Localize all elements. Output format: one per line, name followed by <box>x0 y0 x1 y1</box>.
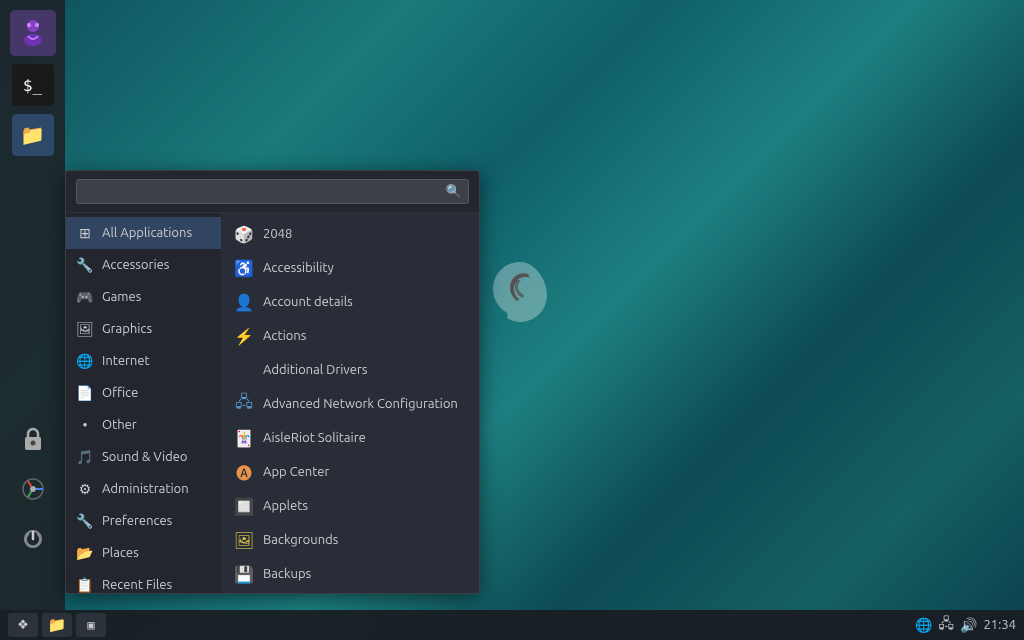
app-icon-backups: 💾 <box>233 563 255 585</box>
cat-icon-other: • <box>76 416 94 434</box>
app-icon-additional-drivers <box>233 359 255 381</box>
network-icon2: 🖧 <box>938 613 954 637</box>
cat-label-accessories: Accessories <box>102 258 169 272</box>
terminal-icon[interactable]: $_ <box>12 64 54 106</box>
category-item-all[interactable]: ⊞ All Applications <box>66 217 221 249</box>
category-item-graphics[interactable]: 🖼 Graphics <box>66 313 221 345</box>
cat-icon-administration: ⚙ <box>76 480 94 498</box>
menu-categories: ⊞ All Applications 🔧 Accessories 🎮 Games 🖼 Grap… <box>66 213 221 593</box>
category-item-games[interactable]: 🎮 Games <box>66 281 221 313</box>
cat-icon-recent-files: 📋 <box>76 576 94 593</box>
app-icon-accessibility: ♿ <box>233 257 255 279</box>
taskbar-left: $_ 📁 <box>0 0 65 610</box>
app-label-backups: Backups <box>263 567 311 581</box>
category-item-administration[interactable]: ⚙ Administration <box>66 473 221 505</box>
app-label-applets: Applets <box>263 499 308 513</box>
category-item-office[interactable]: 📄 Office <box>66 377 221 409</box>
app-item-backgrounds[interactable]: 🖼 Backgrounds <box>221 523 479 557</box>
app-item-additional-drivers[interactable]: Additional Drivers <box>221 353 479 387</box>
app-item-advanced-network[interactable]: 🖧 Advanced Network Configuration <box>221 387 479 421</box>
cat-icon-all: ⊞ <box>76 224 94 242</box>
app-label-advanced-network: Advanced Network Configuration <box>263 397 458 411</box>
cat-icon-preferences: 🔧 <box>76 512 94 530</box>
category-item-other[interactable]: • Other <box>66 409 221 441</box>
cat-label-graphics: Graphics <box>102 322 152 336</box>
cat-label-sound-video: Sound & Video <box>102 450 188 464</box>
search-icon: 🔍 <box>446 184 462 199</box>
cat-label-administration: Administration <box>102 482 189 496</box>
whisker-menu-icon[interactable] <box>10 10 56 56</box>
google-icon[interactable] <box>12 468 54 510</box>
cat-label-internet: Internet <box>102 354 150 368</box>
cat-label-games: Games <box>102 290 141 304</box>
cat-icon-places: 📂 <box>76 544 94 562</box>
app-finder-button[interactable]: ❖ <box>8 613 38 637</box>
cat-icon-internet: 🌐 <box>76 352 94 370</box>
app-icon-backgrounds: 🖼 <box>233 529 255 551</box>
category-item-recent-files[interactable]: 📋 Recent Files <box>66 569 221 593</box>
app-icon-2048: 🎲 <box>233 223 255 245</box>
taskbar-bottom-icons <box>0 418 65 560</box>
app-item-backups[interactable]: 💾 Backups <box>221 557 479 591</box>
network-icon: 🌐 <box>915 617 932 634</box>
category-item-sound-video[interactable]: 🎵 Sound & Video <box>66 441 221 473</box>
app-icon-aisleriot: 🃏 <box>233 427 255 449</box>
app-item-account-details[interactable]: 👤 Account details <box>221 285 479 319</box>
taskbar-bottom-right: 🌐 🖧 🔊 21:34 <box>915 613 1016 637</box>
app-item-bluetooth-manager[interactable]: 🔵Bluetooth Manager <box>221 591 479 593</box>
sound-icon: 🔊 <box>960 617 977 634</box>
lock-icon[interactable] <box>12 418 54 460</box>
app-item-actions[interactable]: ⚡ Actions <box>221 319 479 353</box>
cat-label-places: Places <box>102 546 139 560</box>
menu-apps-list: 🎲 2048 ♿ Accessibility 👤 Account details ⚡ Acti… <box>221 213 479 593</box>
taskbar-bottom-left: ❖ 📁 ▣ <box>8 613 106 637</box>
app-icon-advanced-network: 🖧 <box>233 393 255 415</box>
cat-label-preferences: Preferences <box>102 514 172 528</box>
app-label-backgrounds: Backgrounds <box>263 533 338 547</box>
app-label-aisleriot: AisleRiot Solitaire <box>263 431 366 445</box>
terminal-bottom[interactable]: ▣ <box>76 613 106 637</box>
menu-search-bar: 🔍 <box>66 171 479 213</box>
cat-icon-office: 📄 <box>76 384 94 402</box>
app-item-accessibility[interactable]: ♿ Accessibility <box>221 251 479 285</box>
app-label-accessibility: Accessibility <box>263 261 334 275</box>
app-label-additional-drivers: Additional Drivers <box>263 363 367 377</box>
taskbar-bottom: ❖ 📁 ▣ 🌐 🖧 🔊 21:34 <box>0 610 1024 640</box>
app-icon-account-details: 👤 <box>233 291 255 313</box>
search-input[interactable] <box>76 179 469 204</box>
menu-body: ⊞ All Applications 🔧 Accessories 🎮 Games 🖼 Grap… <box>66 213 479 593</box>
app-icon-applets: 🔲 <box>233 495 255 517</box>
cat-label-all: All Applications <box>102 226 192 240</box>
debian-logo <box>490 260 550 330</box>
app-item-aisleriot[interactable]: 🃏 AisleRiot Solitaire <box>221 421 479 455</box>
file-manager-icon[interactable]: 📁 <box>12 114 54 156</box>
cat-label-other: Other <box>102 418 137 432</box>
category-item-accessories[interactable]: 🔧 Accessories <box>66 249 221 281</box>
category-item-places[interactable]: 📂 Places <box>66 537 221 569</box>
app-item-2048[interactable]: 🎲 2048 <box>221 217 479 251</box>
category-item-internet[interactable]: 🌐 Internet <box>66 345 221 377</box>
cat-icon-sound-video: 🎵 <box>76 448 94 466</box>
app-label-2048: 2048 <box>263 227 292 241</box>
clock: 21:34 <box>983 618 1016 632</box>
app-label-account-details: Account details <box>263 295 353 309</box>
cat-icon-accessories: 🔧 <box>76 256 94 274</box>
cat-label-office: Office <box>102 386 138 400</box>
category-item-preferences[interactable]: 🔧 Preferences <box>66 505 221 537</box>
app-item-app-center[interactable]: 🅐 App Center <box>221 455 479 489</box>
app-icon-app-center: 🅐 <box>233 461 255 483</box>
cat-icon-graphics: 🖼 <box>76 320 94 338</box>
app-label-actions: Actions <box>263 329 306 343</box>
app-label-app-center: App Center <box>263 465 329 479</box>
desktop: $_ 📁 <box>0 0 1024 640</box>
app-icon-actions: ⚡ <box>233 325 255 347</box>
app-menu: 🔍 ⊞ All Applications 🔧 Accessories 🎮 Games 🖼 Gr… <box>65 170 480 594</box>
power-icon[interactable] <box>12 518 54 560</box>
cat-label-recent-files: Recent Files <box>102 578 172 592</box>
cat-icon-games: 🎮 <box>76 288 94 306</box>
file-manager-bottom[interactable]: 📁 <box>42 613 72 637</box>
app-item-applets[interactable]: 🔲 Applets <box>221 489 479 523</box>
